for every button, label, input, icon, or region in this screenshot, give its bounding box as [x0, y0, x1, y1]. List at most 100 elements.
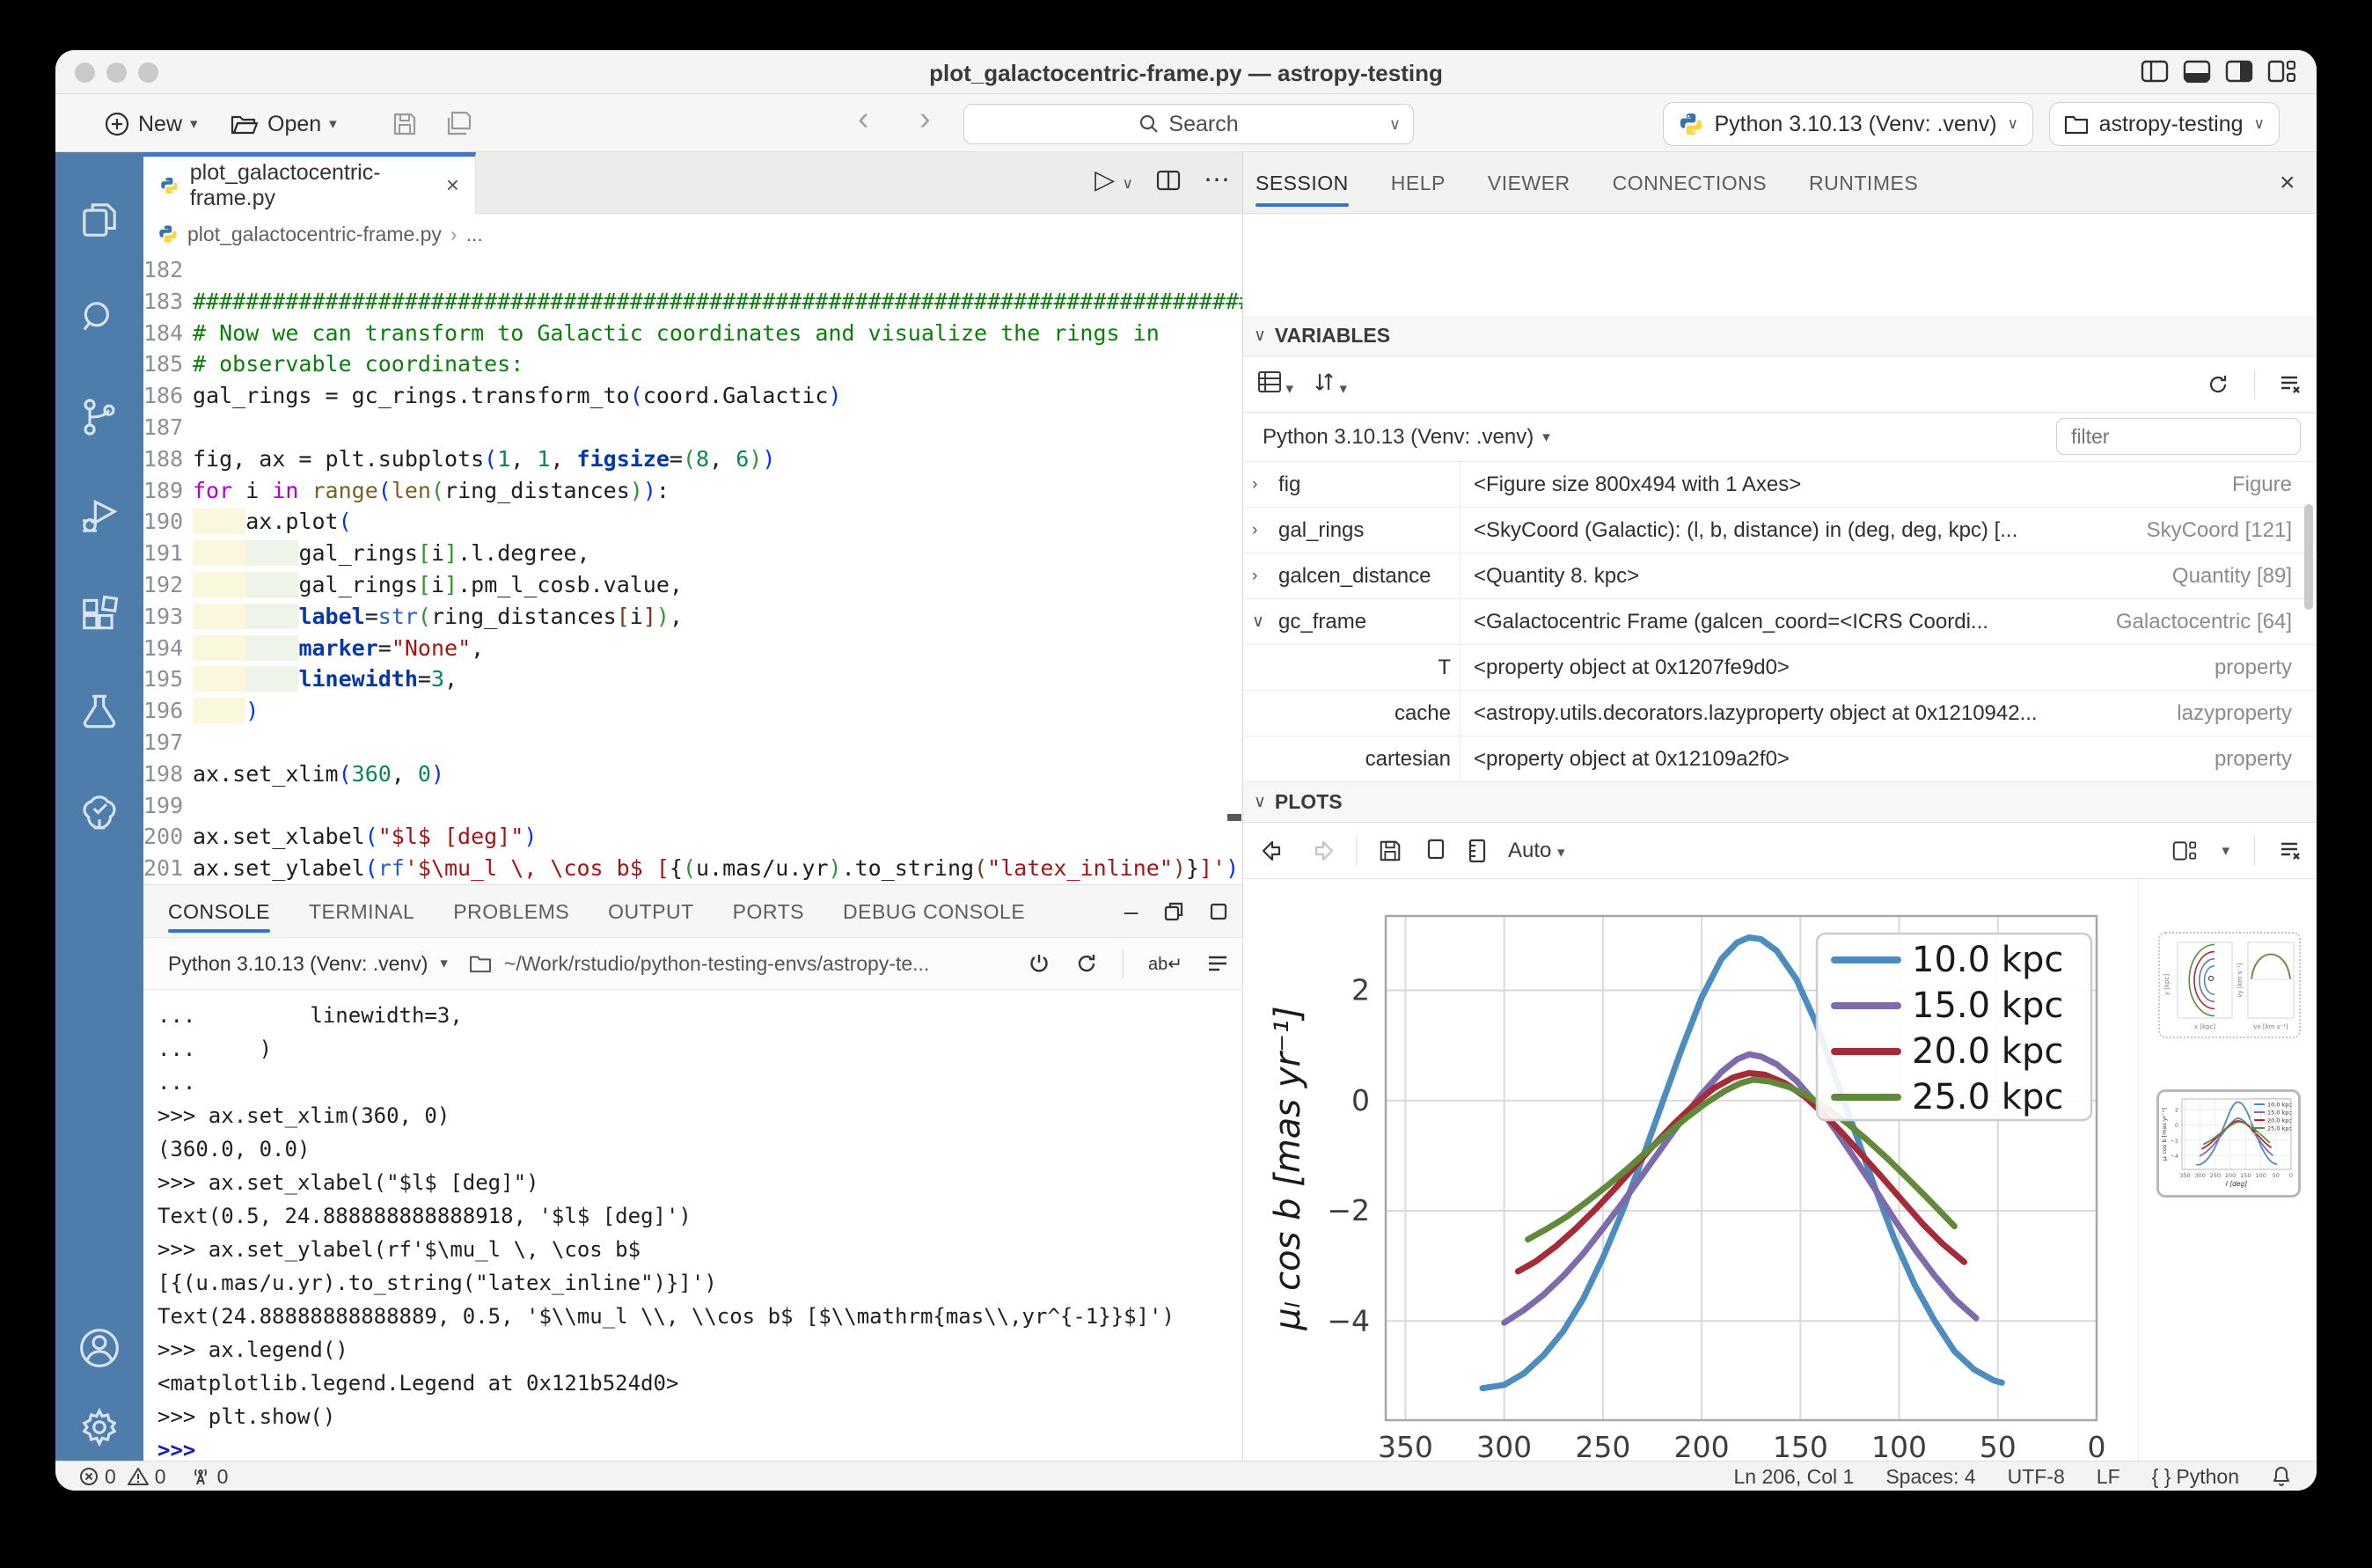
toggle-secondary-sidebar-icon[interactable]: [2225, 59, 2253, 88]
plots-toolbar: Auto ▾ ▾: [1243, 823, 2317, 879]
variable-row-gal_rings[interactable]: ›gal_rings<SkyCoord (Galactic): (l, b, d…: [1243, 508, 2317, 553]
plots-section-header[interactable]: ∨ PLOTS: [1243, 782, 2317, 823]
breadcrumb[interactable]: plot_galactocentric-frame.py › ...: [143, 214, 1243, 254]
panel-tab-session[interactable]: SESSION: [1256, 152, 1349, 214]
toggle-sidebar-icon[interactable]: [2141, 59, 2169, 88]
minimize-panel-icon[interactable]: –: [1124, 898, 1138, 926]
error-icon: [78, 1466, 99, 1487]
variables-section-header[interactable]: ∨ VARIABLES: [1243, 316, 2317, 356]
expand-chevron-icon[interactable]: ∨: [1252, 599, 1275, 645]
plot-sizing-select[interactable]: Auto ▾: [1508, 839, 1565, 863]
panel-tab-help[interactable]: HELP: [1391, 152, 1446, 214]
code-line: 195 linewidth=3,: [143, 663, 1242, 695]
code-editor[interactable]: 182183##################################…: [143, 254, 1243, 884]
interpreter-selector[interactable]: Python 3.10.13 (Venv: .venv)∨: [1663, 102, 2034, 146]
clear-variables-icon[interactable]: [2280, 374, 2302, 395]
errors-status[interactable]: 0: [78, 1465, 116, 1489]
variables-session-row[interactable]: Python 3.10.13 (Venv: .venv) ▾: [1243, 413, 2317, 462]
panel-tab-problems[interactable]: PROBLEMS: [453, 885, 569, 938]
editor-scrollbar-thumb[interactable]: [1227, 814, 1241, 821]
group-variables-icon[interactable]: ▾: [1257, 370, 1293, 398]
variable-row-fig[interactable]: ›fig<Figure size 800x494 with 1 Axes>Fig…: [1243, 462, 2317, 508]
previous-plot-icon[interactable]: [1261, 839, 1287, 862]
testing-icon[interactable]: [77, 691, 121, 735]
save-button[interactable]: [392, 106, 418, 143]
plot-history-thumbnail-current[interactable]: 10.0 kpc15.0 kpc20.0 kpc25.0 kpc20−2−435…: [2156, 1089, 2301, 1198]
run-debug-icon[interactable]: [77, 494, 121, 538]
notifications-bell-icon[interactable]: [2271, 1465, 2292, 1488]
warnings-status[interactable]: 0: [127, 1465, 166, 1489]
variable-type: Galactocentric [64]: [2116, 599, 2292, 645]
console-session-label[interactable]: Python 3.10.13 (Venv: .venv): [168, 952, 428, 976]
panel-tab-console[interactable]: CONSOLE: [168, 885, 270, 938]
variables-scrollbar-thumb[interactable]: [2304, 504, 2313, 610]
sort-variables-icon[interactable]: ▾: [1313, 370, 1347, 398]
open-button[interactable]: Open▾: [230, 106, 337, 143]
environment-tree-icon[interactable]: [77, 789, 121, 833]
save-all-button[interactable]: [445, 106, 475, 143]
more-actions-icon[interactable]: ⋯: [1204, 165, 1230, 195]
forward-icon[interactable]: ›: [919, 100, 931, 138]
plot-history-rail: y [kpc]x [kpc]vx [km s⁻¹]vy [km s⁻¹] 10.…: [2138, 879, 2317, 1461]
cursor-position[interactable]: Ln 206, Col 1: [1733, 1465, 1854, 1489]
variable-row-cache[interactable]: cache<astropy.utils.decorators.lazyprope…: [1243, 691, 2317, 736]
run-file-icon[interactable]: ▷ ∨: [1094, 165, 1133, 195]
eol[interactable]: LF: [2097, 1465, 2120, 1489]
account-icon[interactable]: [77, 1326, 121, 1370]
variable-row-gc_frame[interactable]: ∨gc_frame<Galactocentric Frame (galcen_c…: [1243, 599, 2317, 645]
expand-chevron-icon[interactable]: ›: [1252, 462, 1275, 508]
panel-tab-connections[interactable]: CONNECTIONS: [1613, 152, 1767, 214]
maximize-panel-icon[interactable]: [1209, 902, 1228, 921]
matplotlib-plot[interactable]: 35030025020015010050020−2−4l [deg]μₗ cos…: [1254, 881, 2144, 1491]
indentation[interactable]: Spaces: 4: [1885, 1465, 1975, 1489]
console-list-icon[interactable]: [1207, 954, 1228, 973]
next-plot-icon[interactable]: [1308, 839, 1335, 862]
variable-row-cartesian[interactable]: cartesian<property object at 0x12109a2f0…: [1243, 736, 2317, 782]
variable-row-T[interactable]: T<property object at 0x1207fe9d0>propert…: [1243, 645, 2317, 691]
search-options-chevron-icon[interactable]: ∨: [1389, 115, 1401, 134]
plot-history-thumbnail-rings[interactable]: y [kpc]x [kpc]vx [km s⁻¹]vy [km s⁻¹]: [2158, 932, 2301, 1038]
ports-status[interactable]: 0: [189, 1465, 229, 1489]
expand-chevron-icon[interactable]: ›: [1252, 508, 1275, 553]
source-control-icon[interactable]: [77, 395, 121, 439]
explorer-icon[interactable]: [77, 198, 121, 242]
customize-layout-icon[interactable]: [2267, 59, 2295, 88]
panel-tab-debug-console[interactable]: DEBUG CONSOLE: [843, 885, 1025, 938]
extensions-icon[interactable]: [77, 592, 121, 636]
filter-input[interactable]: [2056, 418, 2301, 455]
search-input[interactable]: Search ∨: [963, 104, 1414, 144]
close-tab-icon[interactable]: ×: [446, 172, 459, 199]
clear-plots-icon[interactable]: [2280, 840, 2302, 861]
variable-row-galcen_distance[interactable]: ›galcen_distance<Quantity 8. kpc>Quantit…: [1243, 553, 2317, 599]
encoding[interactable]: UTF-8: [2008, 1465, 2065, 1489]
back-icon[interactable]: ‹: [858, 100, 869, 138]
panel-tab-output[interactable]: OUTPUT: [608, 885, 694, 938]
expand-chevron-icon[interactable]: ›: [1252, 553, 1275, 599]
settings-gear-icon[interactable]: [77, 1405, 121, 1449]
new-button[interactable]: New▾: [104, 106, 198, 143]
split-editor-icon[interactable]: [1156, 169, 1181, 192]
console-output[interactable]: ... linewidth=3,... )...>>> ax.set_xlim(…: [143, 990, 1243, 1461]
restore-panel-icon[interactable]: [1163, 901, 1184, 922]
copy-plot-icon[interactable]: [1424, 839, 1446, 863]
panel-tab-terminal[interactable]: TERMINAL: [309, 885, 414, 938]
shutdown-icon[interactable]: [1028, 952, 1051, 975]
svg-text:μₗ cos b [mas yr⁻¹]: μₗ cos b [mas yr⁻¹]: [1268, 1006, 1308, 1330]
refresh-variables-icon[interactable]: [2207, 373, 2229, 396]
language-mode[interactable]: { } Python: [2152, 1465, 2239, 1489]
close-panel-icon[interactable]: ×: [2280, 152, 2295, 214]
panel-tab-ports[interactable]: PORTS: [733, 885, 804, 938]
restart-icon[interactable]: [1075, 952, 1098, 975]
plot-size-icon[interactable]: [1468, 839, 1487, 863]
tab-plot-galactocentric-frame[interactable]: plot_galactocentric-frame.py ×: [143, 152, 476, 214]
toggle-panel-icon[interactable]: [2183, 59, 2211, 88]
clear-console-icon[interactable]: ab↵: [1148, 953, 1182, 975]
project-selector[interactable]: astropy-testing∨: [2049, 102, 2280, 146]
svg-text:x [kpc]: x [kpc]: [2194, 1023, 2215, 1030]
panel-tab-viewer[interactable]: VIEWER: [1488, 152, 1570, 214]
save-plot-icon[interactable]: [1378, 839, 1402, 863]
panel-tab-runtimes[interactable]: RUNTIMES: [1809, 152, 1918, 214]
svg-text:25.0 kpc: 25.0 kpc: [2267, 1125, 2292, 1132]
search-sidebar-icon[interactable]: [77, 297, 121, 341]
plots-layout-icon[interactable]: [2172, 839, 2197, 862]
